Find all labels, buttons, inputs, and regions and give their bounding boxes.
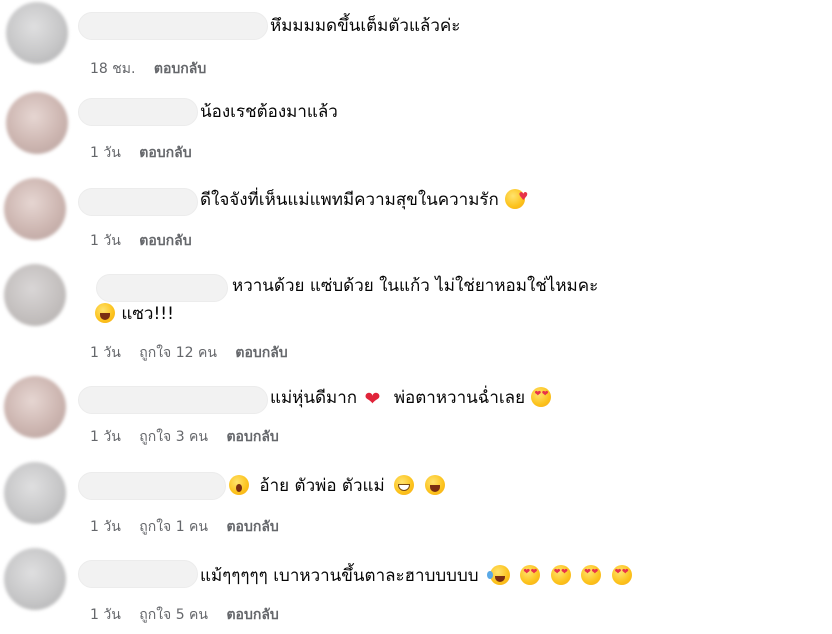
comment-5: แม่หุ่นดีมาก ❤ พ่อตาหวานฉ่ำเลย 1 วัน ถูก… bbox=[0, 370, 832, 456]
comment-text-body: แม้ๆๆๆๆๆ เบาหวานขึ้นตาละฮาบบบบบ bbox=[200, 566, 479, 586]
comment-meta: 1 วัน ตอบกลับ bbox=[90, 144, 206, 162]
reply-button[interactable]: ตอบกลับ bbox=[139, 233, 191, 249]
comment-text: ดีใจจังที่เห็นแม่แพทมีความสุขในความรัก bbox=[200, 185, 528, 212]
timestamp[interactable]: 18 ชม. bbox=[90, 61, 135, 77]
reply-button[interactable]: ตอบกลับ bbox=[226, 519, 278, 535]
avatar[interactable] bbox=[4, 264, 66, 326]
commenter-name-blurred[interactable] bbox=[96, 274, 228, 302]
comment-text-line2: แซว!!! bbox=[94, 302, 174, 326]
reply-button[interactable]: ตอบกลับ bbox=[226, 429, 278, 445]
laughing-face-icon bbox=[95, 303, 115, 323]
avatar[interactable] bbox=[6, 2, 68, 64]
avatar[interactable] bbox=[4, 462, 66, 524]
commenter-name-blurred[interactable] bbox=[78, 98, 198, 126]
comment-1: หึมมมมดขึ้นเต็มตัวแล้วค่ะ 18 ชม. ตอบกลับ bbox=[0, 0, 832, 86]
comment-text: น้องเรชต้องมาแล้ว bbox=[200, 102, 338, 122]
comment-text: แม้ๆๆๆๆๆ เบาหวานขึ้นตาละฮาบบบบบ bbox=[200, 564, 633, 588]
grinning-face-icon bbox=[394, 475, 415, 495]
commenter-name-blurred[interactable] bbox=[78, 472, 226, 500]
like-count[interactable]: ถูกใจ 12 คน bbox=[139, 345, 217, 361]
like-count[interactable]: ถูกใจ 3 คน bbox=[139, 429, 208, 445]
comment-text-part-b: พ่อตาหวานฉ่ำเลย bbox=[393, 388, 526, 408]
avatar[interactable] bbox=[4, 548, 66, 610]
comment-2: น้องเรชต้องมาแล้ว 1 วัน ตอบกลับ bbox=[0, 86, 832, 172]
like-count[interactable]: ถูกใจ 5 คน bbox=[139, 607, 208, 623]
smiling-face-with-hearts-icon bbox=[505, 185, 528, 209]
reply-button[interactable]: ตอบกลับ bbox=[139, 145, 191, 161]
comment-6: อ้าย ตัวพ่อ ตัวแม่ 1 วัน ถูกใจ 1 คน ตอบก… bbox=[0, 456, 832, 542]
red-heart-icon: ❤ bbox=[364, 388, 381, 410]
heart-eyes-icon bbox=[611, 565, 632, 585]
reply-button[interactable]: ตอบกลับ bbox=[154, 61, 206, 77]
comment-meta: 1 วัน ถูกใจ 5 คน ตอบกลับ bbox=[90, 606, 293, 624]
laughing-face-icon bbox=[424, 475, 445, 495]
commenter-name-blurred[interactable] bbox=[78, 188, 198, 216]
comment-text: แม่หุ่นดีมาก ❤ พ่อตาหวานฉ่ำเลย bbox=[270, 386, 552, 411]
timestamp[interactable]: 1 วัน bbox=[90, 429, 121, 445]
tears-of-joy-icon bbox=[486, 565, 510, 585]
comment-text-part-a: อ้าย ตัวพ่อ ตัวแม่ bbox=[259, 476, 385, 496]
comment-meta: 1 วัน ถูกใจ 1 คน ตอบกลับ bbox=[90, 518, 293, 536]
like-count[interactable]: ถูกใจ 1 คน bbox=[139, 519, 208, 535]
timestamp[interactable]: 1 วัน bbox=[90, 145, 121, 161]
comment-meta: 1 วัน ตอบกลับ bbox=[90, 232, 206, 250]
reply-button[interactable]: ตอบกลับ bbox=[226, 607, 278, 623]
comment-text-line2-body: แซว!!! bbox=[121, 304, 174, 324]
comment-meta: 1 วัน ถูกใจ 12 คน ตอบกลับ bbox=[90, 344, 302, 362]
comment-text: อ้าย ตัวพ่อ ตัวแม่ bbox=[228, 474, 446, 498]
comment-meta: 1 วัน ถูกใจ 3 คน ตอบกลับ bbox=[90, 428, 293, 446]
reply-button[interactable]: ตอบกลับ bbox=[235, 345, 287, 361]
timestamp[interactable]: 1 วัน bbox=[90, 519, 121, 535]
heart-eyes-icon bbox=[581, 565, 602, 585]
comment-3: ดีใจจังที่เห็นแม่แพทมีความสุขในความรัก 1… bbox=[0, 172, 832, 258]
commenter-name-blurred[interactable] bbox=[78, 386, 268, 414]
comment-text: หึมมมมดขึ้นเต็มตัวแล้วค่ะ bbox=[270, 16, 461, 36]
comment-text: หวานด้วย แซ่บด้วย ในแก้ว ไม่ใช่ยาหอมใช่ไ… bbox=[232, 276, 599, 296]
timestamp[interactable]: 1 วัน bbox=[90, 345, 121, 361]
heart-eyes-icon bbox=[531, 387, 552, 407]
timestamp[interactable]: 1 วัน bbox=[90, 233, 121, 249]
surprised-face-icon bbox=[229, 475, 249, 495]
heart-eyes-icon bbox=[550, 565, 571, 585]
timestamp[interactable]: 1 วัน bbox=[90, 607, 121, 623]
commenter-name-blurred[interactable] bbox=[78, 560, 198, 588]
comment-7: แม้ๆๆๆๆๆ เบาหวานขึ้นตาละฮาบบบบบ 1 วัน ถู… bbox=[0, 542, 832, 634]
comment-4: หวานด้วย แซ่บด้วย ในแก้ว ไม่ใช่ยาหอมใช่ไ… bbox=[0, 258, 832, 370]
heart-eyes-icon bbox=[520, 565, 541, 585]
commenter-name-blurred[interactable] bbox=[78, 12, 268, 40]
avatar[interactable] bbox=[4, 376, 66, 438]
avatar[interactable] bbox=[4, 178, 66, 240]
comment-text-body: ดีใจจังที่เห็นแม่แพทมีความสุขในความรัก bbox=[200, 190, 499, 210]
comment-meta: 18 ชม. ตอบกลับ bbox=[90, 60, 220, 78]
avatar[interactable] bbox=[6, 92, 68, 154]
comment-text-part-a: แม่หุ่นดีมาก bbox=[270, 388, 358, 408]
